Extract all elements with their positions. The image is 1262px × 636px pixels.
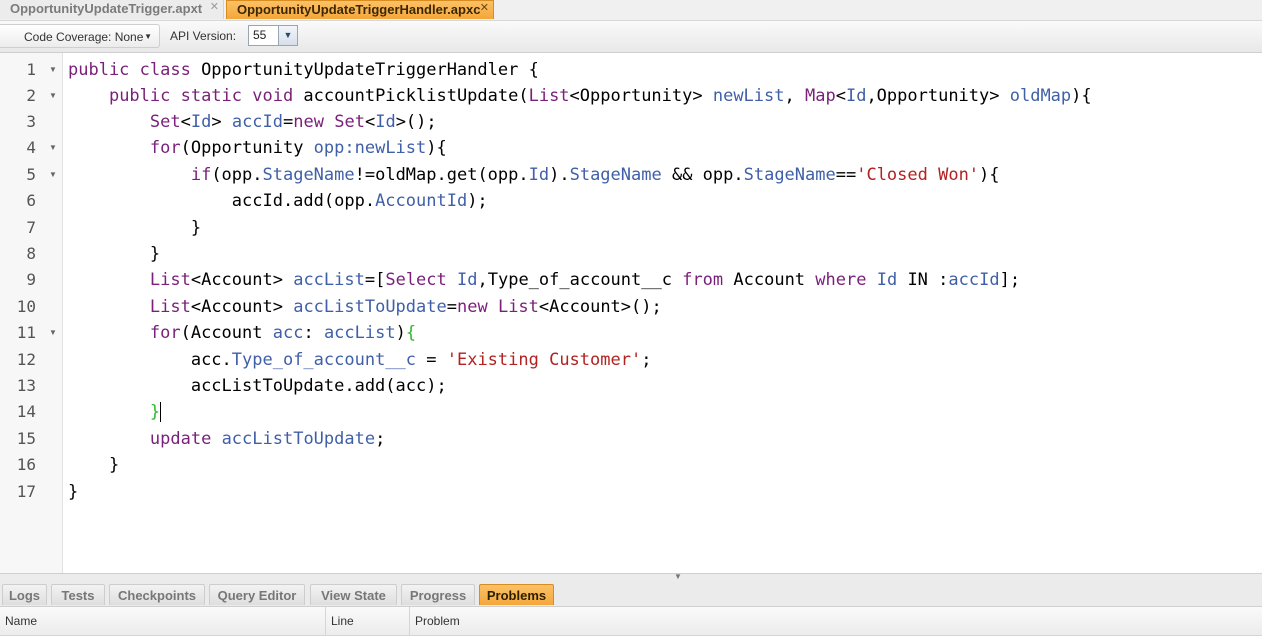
code-text: for(Account acc: accList){ <box>149 323 417 343</box>
code-text: Set<Id> accId=new Set<Id>(); <box>149 112 437 132</box>
code-line: 14 } <box>0 399 1262 425</box>
code-text: acc.Type_of_account__c = 'Existing Custo… <box>190 350 652 370</box>
code-text: } <box>68 482 79 502</box>
code-line: 3 Set<Id> accId=new Set<Id>(); <box>0 109 1262 135</box>
api-version-select[interactable]: 55 ▼ <box>248 25 298 46</box>
code-text: } <box>190 218 202 238</box>
code-line: 8 } <box>0 241 1262 267</box>
file-tab-bar: OpportunityUpdateTrigger.apxt ✕ Opportun… <box>0 0 1262 21</box>
fold-arrow-icon[interactable]: ▼ <box>49 83 57 109</box>
file-tab-trigger[interactable]: OpportunityUpdateTrigger.apxt ✕ <box>0 0 224 19</box>
code-text: for(Opportunity opp:newList){ <box>149 138 447 158</box>
caret-down-icon: ▼ <box>144 32 152 41</box>
column-header-line[interactable]: Line <box>326 607 410 635</box>
code-text: } <box>108 455 120 475</box>
line-number: 7 <box>26 218 36 237</box>
line-number: 5 <box>26 165 36 184</box>
fold-arrow-icon[interactable]: ▼ <box>49 320 57 346</box>
line-number: 16 <box>16 455 36 474</box>
file-tab-label: OpportunityUpdateTrigger.apxt <box>10 1 203 16</box>
line-number: 2 <box>26 86 36 105</box>
line-number: 12 <box>16 350 36 369</box>
code-line: 1 ▼ public class OpportunityUpdateTrigge… <box>0 57 1262 83</box>
line-number: 8 <box>26 244 36 263</box>
tab-checkpoints[interactable]: Checkpoints <box>109 584 205 605</box>
line-number: 13 <box>16 376 36 395</box>
collapse-arrow-icon[interactable]: ▼ <box>660 573 696 581</box>
file-tab-label: OpportunityUpdateTriggerHandler.apxc <box>237 2 481 17</box>
code-line: 4 ▼ for(Opportunity opp:newList){ <box>0 135 1262 161</box>
column-header-problem[interactable]: Problem <box>410 607 1262 635</box>
fold-arrow-icon[interactable]: ▼ <box>49 162 57 188</box>
tab-query-editor[interactable]: Query Editor <box>209 584 305 605</box>
tab-progress[interactable]: Progress <box>401 584 475 605</box>
api-version-value: 55 <box>253 28 267 42</box>
code-text: public static void accountPicklistUpdate… <box>108 86 1092 106</box>
tab-view-state[interactable]: View State <box>310 584 397 605</box>
tab-problems[interactable]: Problems <box>479 584 554 605</box>
code-line: 10 List<Account> accListToUpdate=new Lis… <box>0 294 1262 320</box>
close-icon[interactable]: ✕ <box>480 0 489 17</box>
code-line: 11 ▼ for(Account acc: accList){ <box>0 320 1262 346</box>
code-line: 16 } <box>0 452 1262 478</box>
code-line: 7 } <box>0 215 1262 241</box>
code-coverage-label: Code Coverage: None <box>24 30 144 44</box>
line-number: 15 <box>16 429 36 448</box>
line-number: 14 <box>16 402 36 421</box>
chevron-down-icon[interactable]: ▼ <box>278 26 297 45</box>
code-text: accListToUpdate.add(acc); <box>190 376 447 396</box>
code-text: List<Account> accList=[Select Id,Type_of… <box>149 270 1021 290</box>
code-text: List<Account> accListToUpdate=new List<A… <box>149 297 662 317</box>
code-coverage-dropdown[interactable]: Code Coverage: None ▼ <box>0 24 160 48</box>
code-editor[interactable]: 1 ▼ public class OpportunityUpdateTrigge… <box>0 53 1262 573</box>
code-line: 15 update accListToUpdate; <box>0 426 1262 452</box>
code-line: 9 List<Account> accList=[Select Id,Type_… <box>0 267 1262 293</box>
code-text: update accListToUpdate; <box>149 429 386 449</box>
line-number: 11 <box>16 323 36 342</box>
problems-table-header: Name Line Problem <box>0 607 1262 636</box>
line-number: 6 <box>26 191 36 210</box>
column-header-name[interactable]: Name <box>0 607 326 635</box>
code-line: 2 ▼ public static void accountPicklistUp… <box>0 83 1262 109</box>
code-text: } <box>149 244 161 264</box>
line-number: 4 <box>26 138 36 157</box>
fold-arrow-icon[interactable]: ▼ <box>49 57 57 83</box>
tab-tests[interactable]: Tests <box>51 584 105 605</box>
code-line: 12 acc.Type_of_account__c = 'Existing Cu… <box>0 347 1262 373</box>
line-number: 9 <box>26 270 36 289</box>
bottom-tab-bar: Logs Tests Checkpoints Query Editor View… <box>0 581 1262 607</box>
line-number: 10 <box>16 297 36 316</box>
code-text: accId.add(opp.AccountId); <box>231 191 488 211</box>
text-cursor <box>160 402 162 422</box>
tab-logs[interactable]: Logs <box>2 584 47 605</box>
code-text: } <box>149 402 162 422</box>
code-line: 6 accId.add(opp.AccountId); <box>0 188 1262 214</box>
editor-toolbar: Code Coverage: None ▼ API Version: 55 ▼ <box>0 21 1262 53</box>
file-tab-handler[interactable]: OpportunityUpdateTriggerHandler.apxc ✕ <box>226 0 494 19</box>
line-number: 3 <box>26 112 36 131</box>
code-text: if(opp.StageName!=oldMap.get(opp.Id).Sta… <box>190 165 1000 185</box>
close-icon[interactable]: ✕ <box>210 0 219 16</box>
code-text: public class OpportunityUpdateTriggerHan… <box>68 60 539 80</box>
code-line: 17 } <box>0 479 1262 505</box>
code-line: 5 ▼ if(opp.StageName!=oldMap.get(opp.Id)… <box>0 162 1262 188</box>
line-number: 1 <box>26 60 36 79</box>
api-version-label: API Version: <box>170 29 237 43</box>
line-number: 17 <box>16 482 36 501</box>
fold-arrow-icon[interactable]: ▼ <box>49 135 57 161</box>
code-line: 13 accListToUpdate.add(acc); <box>0 373 1262 399</box>
